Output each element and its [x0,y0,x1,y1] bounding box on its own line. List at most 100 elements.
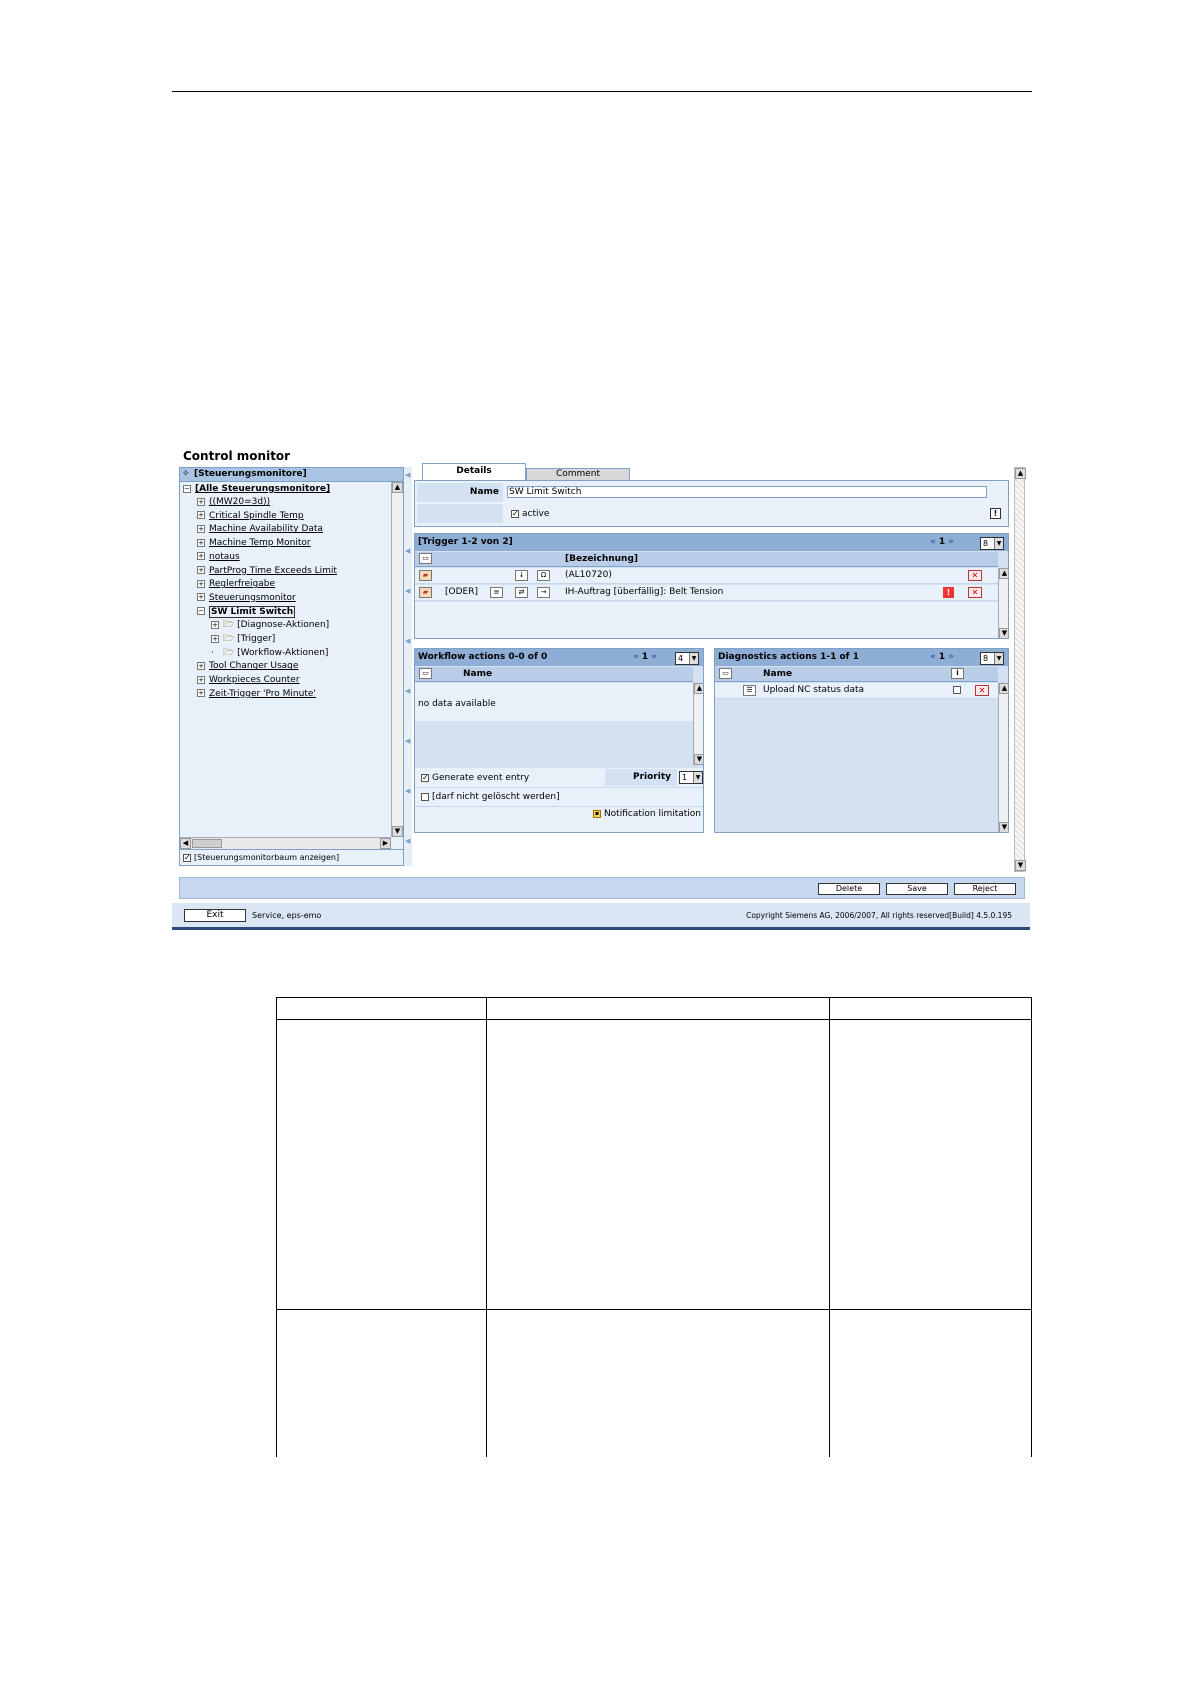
tree-item[interactable]: + Machine Temp Monitor [197,537,311,550]
tree-item[interactable]: + Workpieces Counter [197,674,300,687]
tab-details[interactable]: Details [422,463,526,480]
prev-page-icon[interactable]: « [930,652,936,662]
delete-row-icon[interactable]: ✕ [975,685,989,696]
delete-row-icon[interactable]: ✕ [968,587,982,598]
active-toggle[interactable]: ✓ active [511,509,549,519]
expand-icon[interactable]: + [197,497,205,506]
active-checkbox[interactable]: ✓ [511,509,519,518]
tree-item[interactable]: + ((MW20=3d)) [197,496,270,509]
tree-item[interactable]: · 🗁 [Workflow-Aktionen] [211,647,328,660]
tree-horizontal-scrollbar[interactable]: ◀ ▶ [180,837,391,849]
prev-page-icon[interactable]: « [633,652,639,662]
no-delete-option[interactable]: [darf nicht gelöscht werden] [421,792,560,802]
tree-root[interactable]: ✧ [Steuerungsmonitore] [180,468,403,482]
scroll-thumb[interactable] [192,839,222,848]
save-button[interactable]: Save [886,883,948,895]
tree-item[interactable]: − SW Limit Switch [197,605,296,619]
tree-item[interactable]: + Tool Changer Usage [197,660,298,673]
scroll-up-icon[interactable]: ▲ [392,482,403,493]
scroll-down-icon[interactable]: ▼ [1015,860,1026,871]
trigger-column-header: ▭ [Bezeichnung] [415,552,998,567]
no-delete-checkbox[interactable] [421,792,429,801]
expand-icon[interactable]: + [211,620,219,629]
open-folder-icon[interactable]: ▰ [419,587,432,598]
generate-event-option[interactable]: ✓ Generate event entry [421,773,529,783]
root-star-icon: ✧ [182,469,190,479]
tree-item-label: [Trigger] [237,634,276,644]
new-document-icon[interactable]: ▭ [419,553,432,564]
tab-comment[interactable]: Comment [526,468,630,480]
collapse-icon[interactable]: − [197,607,205,616]
tree-item[interactable]: + 🗁 [Trigger] [211,633,275,646]
scroll-down-icon[interactable]: ▼ [694,754,703,765]
scroll-up-icon[interactable]: ▲ [999,683,1008,694]
info-icon: i [951,668,964,679]
next-page-icon[interactable]: » [948,652,954,662]
warning-icon[interactable]: ! [990,508,1001,519]
tree-item[interactable]: + Reglerfreigabe [197,578,275,591]
tree-item[interactable]: + PartProg Time Exceeds Limit [197,565,337,578]
diagnostics-page-size-select[interactable]: 8 ▼ [980,652,1004,665]
expand-icon[interactable]: + [197,661,205,670]
show-tree-checkbox[interactable]: ✓ [183,853,191,862]
scroll-down-icon[interactable]: ▼ [392,826,403,837]
diagnostic-checkbox[interactable] [953,686,961,694]
trigger-scrollbar[interactable]: ▲ ▼ [998,568,1008,638]
prev-page-icon[interactable]: « [930,537,936,547]
tree-item-label: Reglerfreigabe [209,579,276,590]
workflow-page-size-select[interactable]: 4 ▼ [675,652,699,665]
tree-item[interactable]: + Steuerungsmonitor [197,592,296,605]
tree-item[interactable]: + notaus [197,551,240,564]
scroll-up-icon[interactable]: ▲ [1015,468,1026,479]
tree-item-label: Machine Temp Monitor [209,538,311,549]
tree-item[interactable]: + Zeit-Trigger 'Pro Minute' [197,688,316,701]
open-folder-icon[interactable]: ▰ [419,570,432,581]
pane-splitter[interactable]: ◀ ◀ ◀ ◀ ◀ ◀ ◀ ◀ [404,467,412,866]
reject-button[interactable]: Reject [954,883,1016,895]
trigger-page-size-select[interactable]: 8 ▼ [980,537,1004,550]
diagnostics-scrollbar[interactable]: ▲ ▼ [998,683,1008,832]
scroll-left-icon[interactable]: ◀ [180,838,191,849]
expand-icon[interactable]: + [197,552,205,561]
expand-icon[interactable]: + [197,579,205,588]
scroll-up-icon[interactable]: ▲ [694,683,703,694]
table-row[interactable]: ☰ Upload NC status data ✕ [715,683,998,699]
tree-item[interactable]: + Machine Availability Data [197,523,323,536]
expand-icon[interactable]: + [197,675,205,684]
expand-icon[interactable]: + [197,689,205,698]
table-row[interactable]: ▰ ↓ Ω (AL10720) ✕ [415,568,998,584]
scroll-up-icon[interactable]: ▲ [999,568,1008,579]
expand-icon[interactable]: + [197,538,205,547]
expand-icon[interactable]: + [197,524,205,533]
download-icon[interactable]: ↓ [515,570,528,581]
delete-row-icon[interactable]: ✕ [968,570,982,581]
generate-event-checkbox[interactable]: ✓ [421,773,429,782]
expand-icon[interactable]: + [197,511,205,520]
workflow-scrollbar[interactable]: ▲ ▼ [693,683,703,765]
expand-icon[interactable]: + [197,566,205,574]
new-document-icon[interactable]: ▭ [719,668,732,679]
scroll-down-icon[interactable]: ▼ [999,628,1008,638]
copyright-text: Copyright Siemens AG, 2006/2007, All rig… [746,911,1012,920]
tree-item-label: Tool Changer Usage [209,661,299,672]
tree-item[interactable]: + Critical Spindle Temp [197,510,304,523]
notification-limitation-link[interactable]: ▪ Notification limitation [593,809,701,819]
next-page-icon[interactable]: » [948,537,954,547]
move-icon[interactable]: ⇄ [515,587,528,598]
delete-button[interactable]: Delete [818,883,880,895]
exit-button[interactable]: Exit [184,909,246,922]
tree-item[interactable]: + 🗁 [Diagnose-Aktionen] [211,619,329,632]
scroll-down-icon[interactable]: ▼ [999,822,1008,832]
tree-all-monitors[interactable]: − [Alle Steuerungsmonitore] [183,483,330,496]
name-input[interactable]: SW Limit Switch [507,486,987,498]
main-vertical-scrollbar[interactable]: ▲ ▼ [1014,467,1026,872]
new-document-icon[interactable]: ▭ [419,668,432,679]
tree-vertical-scrollbar[interactable]: ▲ ▼ [391,482,403,837]
next-page-icon[interactable]: » [651,652,657,662]
scroll-right-icon[interactable]: ▶ [380,838,391,849]
expand-icon[interactable]: + [211,634,219,643]
table-row[interactable]: ▰ [ODER] ≡ ⇄ → IH-Auftrag [überfällig]: Belt … [415,585,998,601]
expand-icon[interactable]: + [197,593,205,602]
collapse-icon[interactable]: − [183,484,191,493]
priority-select[interactable]: 1 ▼ [679,771,703,784]
